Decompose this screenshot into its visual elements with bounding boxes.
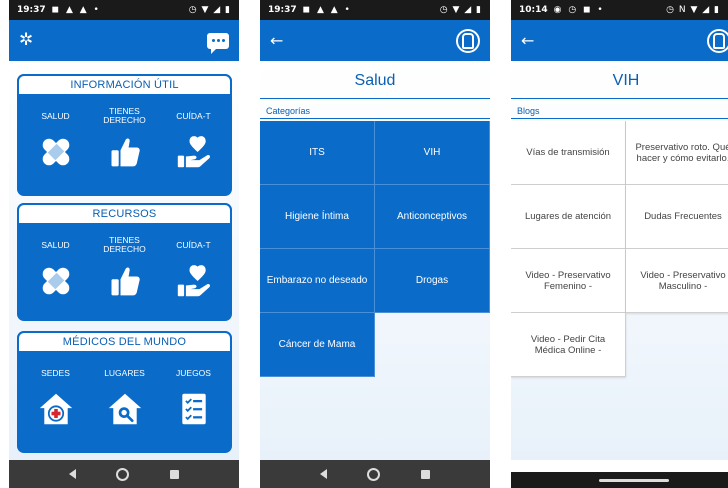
card-item-salud[interactable]: SALUD (25, 235, 87, 299)
salud-screen: 19:37 ◼ ▲ ▲ • ◷ ▼ ◢ ▮ ← Salud Categorías… (260, 0, 490, 488)
category-grid: ITS VIH Higiene Íntima Anticonceptivos E… (260, 121, 490, 377)
card-item-juegos[interactable]: JUEGOS (163, 363, 225, 427)
blog-video-pedir-cita[interactable]: Video - Pedir Cita Médica Online - (511, 313, 626, 377)
gesture-navigation-bar (511, 472, 728, 488)
page-title: VIH (511, 63, 728, 99)
system-navigation-bar (9, 460, 239, 488)
blog-vias-de-transmision[interactable]: Vías de transmisión (511, 121, 626, 185)
card-item-label: SEDES (41, 367, 70, 378)
nav-recents-icon[interactable] (169, 469, 179, 479)
system-icons: ◷ N ▼ ◢ ▮ (666, 5, 720, 15)
vih-screen: 10:14 ◉ ◷ ◼ • ◷ N ▼ ◢ ▮ ← VIH Blogs Vías… (511, 0, 728, 488)
status-bar: 19:37 ◼ ▲ ▲ • ◷ ▼ ◢ ▮ (260, 0, 490, 20)
bandage-icon (42, 267, 69, 295)
nav-home-icon[interactable] (367, 467, 381, 481)
bandage-icon (42, 138, 69, 166)
category-cancer-de-mama[interactable]: Cáncer de Mama (260, 313, 375, 377)
category-vih[interactable]: VIH (375, 121, 490, 185)
card-item-cuida-t[interactable]: CUÍDA-T (163, 235, 225, 299)
nav-home-icon[interactable] (116, 467, 130, 481)
gesture-handle[interactable] (599, 478, 669, 482)
card-item-label: SALUD (41, 239, 70, 250)
heart-hand-icon (177, 136, 210, 168)
category-anticonceptivos[interactable]: Anticonceptivos (375, 185, 490, 249)
blog-video-preservativo-femenino[interactable]: Video - Preservativo Femenino - (511, 249, 626, 313)
app-bar: ← (511, 20, 728, 61)
card-item-cuida-t[interactable]: CUÍDA-T (163, 106, 225, 170)
category-higiene-intima[interactable]: Higiene Íntima (260, 185, 375, 249)
notification-icons: ◉ ◷ ◼ • (553, 5, 605, 15)
card-item-label: SALUD (41, 110, 70, 121)
nav-back-icon[interactable] (69, 469, 77, 479)
back-arrow-icon[interactable]: ← (521, 32, 534, 49)
blog-video-preservativo-masculino[interactable]: Video - Preservativo Masculino - (626, 249, 728, 313)
blog-dudas-frecuentes[interactable]: Dudas Frecuentes (626, 185, 728, 249)
notification-icons: ◼ ▲ ▲ • (51, 5, 101, 15)
card-item-label: TIENES DERECHO (103, 235, 146, 254)
status-time: 10:14 (519, 5, 548, 15)
house-search-icon (108, 393, 141, 425)
status-time: 19:37 (17, 5, 46, 15)
card-item-label: CUÍDA-T (176, 110, 211, 121)
app-bar: ✲ (9, 20, 239, 61)
blog-grid: Vías de transmisión Preservativo roto. Q… (511, 121, 728, 377)
category-its[interactable]: ITS (260, 121, 375, 185)
card-item-label: CUÍDA-T (176, 239, 211, 250)
page-title: Salud (260, 63, 490, 99)
thumbs-up-icon (111, 267, 140, 296)
card-item-label: TIENES DERECHO (103, 106, 146, 125)
system-icons: ◷ ▼ ◢ ▮ (439, 5, 482, 15)
system-icons: ◷ ▼ ◢ ▮ (188, 5, 231, 15)
home-screen: 19:37 ◼ ▲ ▲ • ◷ ▼ ◢ ▮ ✲ INFORMACIÓN ÚTIL… (9, 0, 239, 488)
app-bar: ← (260, 20, 490, 61)
thumbs-up-icon (111, 138, 140, 167)
card-item-label: JUEGOS (176, 367, 211, 378)
nav-back-icon[interactable] (320, 469, 328, 479)
app-logo-icon (707, 28, 728, 53)
card-item-tienes-derecho[interactable]: TIENES DERECHO (94, 235, 156, 299)
status-bar: 10:14 ◉ ◷ ◼ • ◷ N ▼ ◢ ▮ (511, 0, 728, 20)
nav-recents-icon[interactable] (420, 469, 430, 479)
card-informacion-util: INFORMACIÓN ÚTIL SALUD TIENES DERECHO CU… (17, 74, 232, 196)
checklist-icon (181, 393, 206, 425)
gear-icon[interactable]: ✲ (19, 32, 33, 49)
medicos-house-icon (39, 393, 72, 425)
card-title: INFORMACIÓN ÚTIL (17, 74, 232, 96)
card-title: MÉDICOS DEL MUNDO (17, 331, 232, 353)
back-arrow-icon[interactable]: ← (270, 32, 283, 49)
card-item-label: LUGARES (104, 367, 145, 378)
app-logo-icon (456, 28, 480, 53)
card-item-sedes[interactable]: SEDES (25, 363, 87, 427)
section-label: Blogs (511, 103, 728, 119)
notification-icons: ◼ ▲ ▲ • (302, 5, 352, 15)
section-label: Categorías (260, 103, 490, 119)
card-recursos: RECURSOS SALUD TIENES DERECHO CUÍDA-T (17, 203, 232, 321)
system-navigation-bar (260, 460, 490, 488)
card-title: RECURSOS (17, 203, 232, 225)
category-embarazo[interactable]: Embarazo no deseado (260, 249, 375, 313)
chat-icon[interactable] (207, 32, 229, 54)
status-time: 19:37 (268, 5, 297, 15)
heart-hand-icon (177, 265, 210, 297)
card-item-salud[interactable]: SALUD (25, 106, 87, 170)
card-item-tienes-derecho[interactable]: TIENES DERECHO (94, 106, 156, 170)
category-drogas[interactable]: Drogas (375, 249, 490, 313)
blog-preservativo-roto[interactable]: Preservativo roto. Qué hacer y cómo evit… (626, 121, 728, 185)
card-item-lugares[interactable]: LUGARES (94, 363, 156, 427)
blog-lugares-de-atencion[interactable]: Lugares de atención (511, 185, 626, 249)
status-bar: 19:37 ◼ ▲ ▲ • ◷ ▼ ◢ ▮ (9, 0, 239, 20)
card-medicos-del-mundo: MÉDICOS DEL MUNDO SEDES LUGARES JUEGOS (17, 331, 232, 453)
